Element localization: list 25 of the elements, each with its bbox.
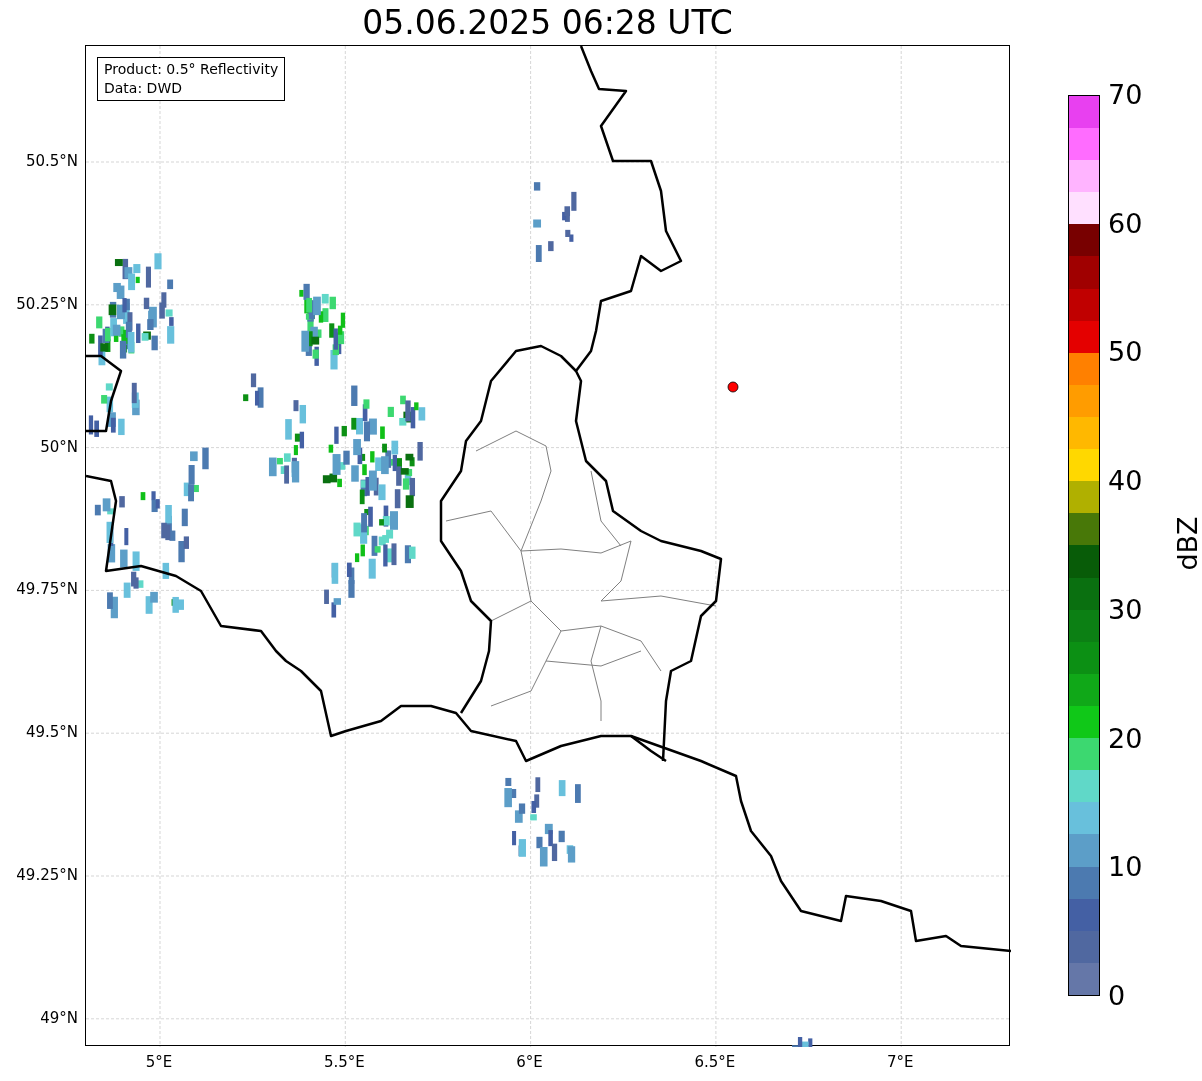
longitude-label: 5°E	[144, 1052, 174, 1073]
color-bar-label: dBZ	[1173, 516, 1201, 571]
color-bar-tick-label: 20	[1108, 723, 1143, 754]
location-marker	[727, 381, 739, 393]
latitude-label: 49.5°N	[24, 723, 78, 742]
color-bar-tick-label: 0	[1108, 981, 1126, 1011]
color-bar-tick-label: 30	[1108, 594, 1143, 625]
longitude-label: 7°E	[885, 1052, 915, 1073]
longitude-label: 6.5°E	[693, 1052, 737, 1073]
longitude-label: 6°E	[515, 1052, 544, 1073]
color-bar-tick-label: 50	[1108, 337, 1143, 368]
color-bar-tick-label: 70	[1108, 80, 1143, 110]
latitude-label: 49.25°N	[15, 866, 78, 884]
longitude-label: 5.5°E	[322, 1052, 366, 1073]
color-bar-tick-label: 40	[1108, 466, 1143, 497]
latitude-label: 50°N	[39, 437, 78, 456]
latitude-label: 49.75°N	[15, 580, 78, 599]
latitude-label: 50.5°N	[24, 152, 78, 170]
color-bar-tick-label: 60	[1108, 208, 1143, 239]
info-text: Product: 0.5° Reflectivity	[104, 60, 279, 79]
latitude-label: 50.25°N	[15, 294, 78, 313]
info-text: Data: DWD	[104, 79, 183, 98]
color-bar-tick-label: 10	[1108, 852, 1143, 883]
latitude-label: 49°N	[39, 1008, 78, 1027]
chart-title: 05.06.2025 06:28 UTC	[362, 6, 733, 39]
